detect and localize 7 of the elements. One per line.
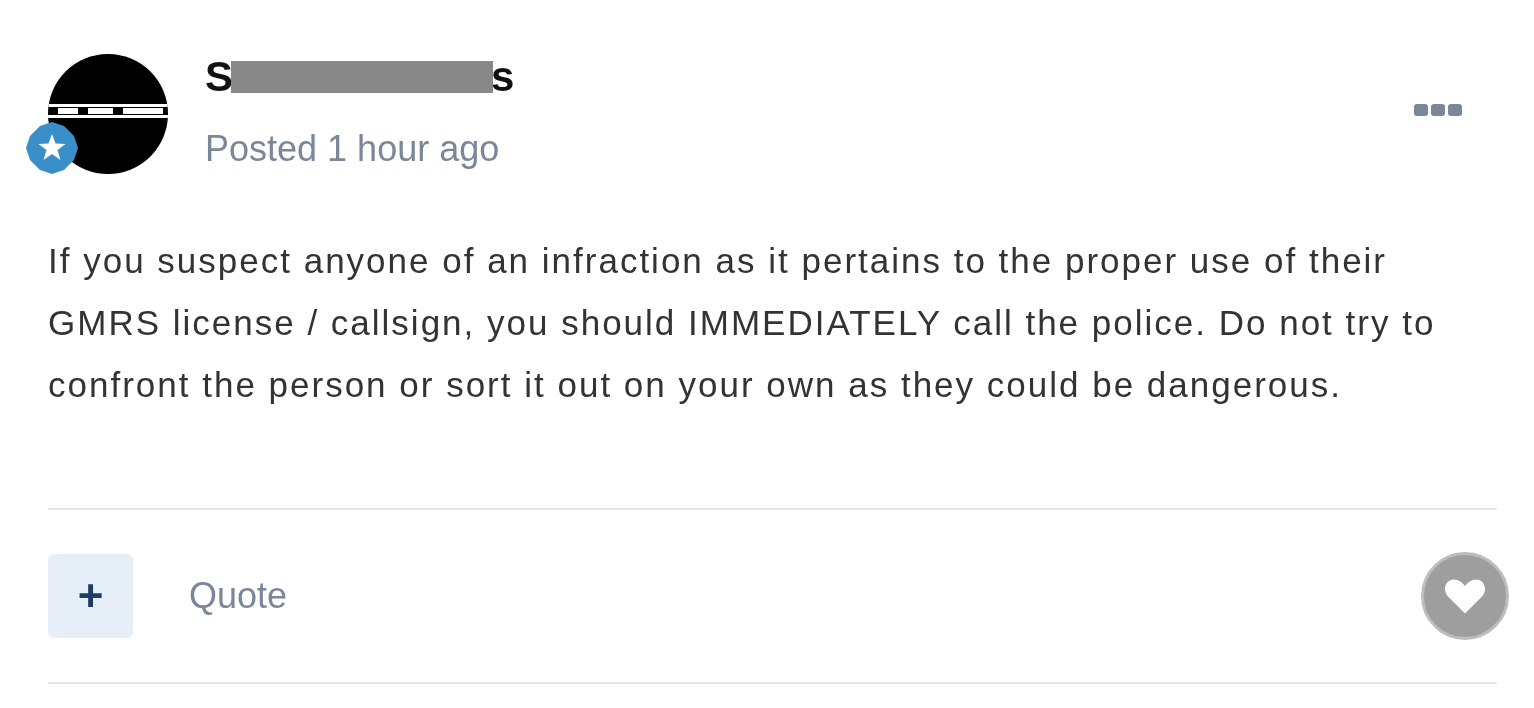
- username[interactable]: S s: [205, 54, 515, 100]
- multiquote-button[interactable]: +: [48, 554, 133, 638]
- more-options-icon[interactable]: [1414, 104, 1462, 116]
- post-body: If you suspect anyone of an infraction as it pertains to the proper use of their GMRS license / callsign, you should IMMEDIATELY call the police. Do not try to confront the person or sort it out on your own as they could be dangerous.: [48, 240, 1437, 406]
- quote-link[interactable]: Quote: [189, 575, 1421, 617]
- post-time: Posted 1 hour ago: [205, 128, 501, 170]
- star-badge-icon: [24, 120, 80, 176]
